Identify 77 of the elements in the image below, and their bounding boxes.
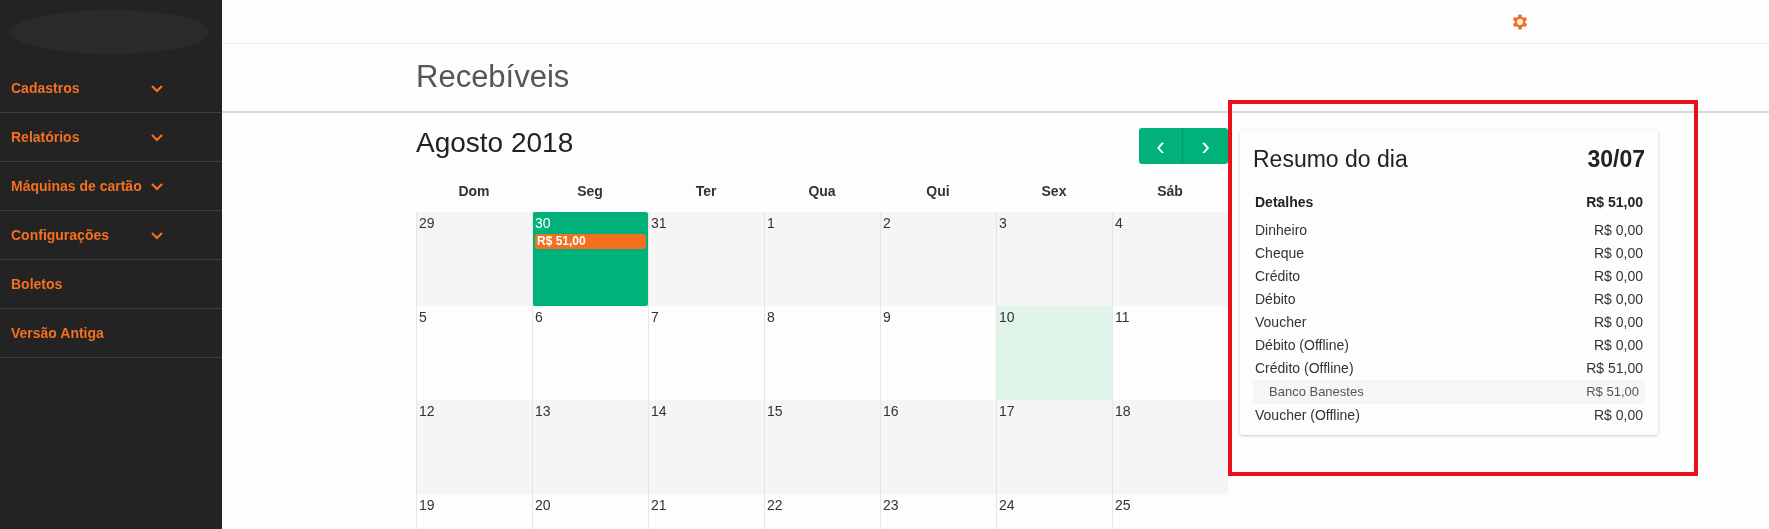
- weekday-header: Qua: [807, 182, 837, 201]
- day-number: 31: [651, 214, 668, 232]
- weekday-header: Qui: [925, 182, 951, 201]
- day-number: 21: [651, 496, 668, 514]
- calendar-day[interactable]: 10: [996, 306, 1112, 400]
- sidebar-item[interactable]: Configurações: [0, 211, 222, 260]
- day-number: 11: [1115, 308, 1131, 326]
- day-number: 23: [883, 496, 900, 514]
- day-number: 3: [999, 214, 1008, 232]
- day-number: 5: [419, 308, 428, 326]
- month-title: Agosto 2018: [416, 126, 574, 160]
- weekday-header: Sáb: [1156, 182, 1184, 201]
- summary-amount: R$ 0,00: [1593, 266, 1643, 286]
- summary-label: Cheque: [1255, 243, 1305, 263]
- summary-label: Crédito: [1255, 266, 1301, 286]
- calendar-day[interactable]: 23: [880, 494, 996, 529]
- chevron-down-icon: [150, 83, 164, 93]
- day-number: 6: [535, 308, 544, 326]
- weekday-header: Ter: [694, 182, 718, 201]
- day-number: 19: [419, 496, 436, 514]
- sidebar-item[interactable]: Relatórios: [0, 113, 222, 162]
- details-total: R$ 51,00: [1586, 193, 1643, 212]
- calendar-day[interactable]: 22: [764, 494, 880, 529]
- summary-subamount: R$ 51,00: [1586, 382, 1639, 401]
- summary-label: Débito (Offline): [1255, 335, 1349, 355]
- weekday-header: Seg: [576, 182, 604, 201]
- summary-amount: R$ 0,00: [1593, 405, 1643, 425]
- page-title: Recebíveis: [416, 58, 570, 97]
- day-number: 7: [651, 308, 660, 326]
- calendar-day[interactable]: 21: [648, 494, 764, 529]
- chevron-down-icon: [150, 181, 164, 191]
- calendar-day[interactable]: 20: [532, 494, 648, 529]
- summary-amount: R$ 0,00: [1593, 243, 1643, 263]
- day-number: 20: [535, 496, 552, 514]
- summary-amount: R$ 0,00: [1593, 289, 1643, 309]
- calendar-day[interactable]: 25: [1112, 494, 1228, 529]
- day-number: 8: [767, 308, 776, 326]
- day-number: 24: [999, 496, 1016, 514]
- day-number: 29: [419, 214, 436, 232]
- sidebar-item[interactable]: Boletos: [0, 260, 222, 309]
- summary-sublabel: Banco Banestes: [1269, 382, 1364, 401]
- day-number: 12: [419, 402, 436, 420]
- chevron-down-icon: [150, 230, 164, 240]
- weekday-header: Sex: [1040, 182, 1068, 201]
- day-number: 16: [883, 402, 900, 420]
- summary-label: Voucher: [1255, 312, 1307, 332]
- summary-label: Dinheiro: [1255, 220, 1308, 240]
- summary-label: Débito: [1255, 289, 1296, 309]
- chevron-down-icon: [150, 132, 164, 142]
- sidebar-item[interactable]: Cadastros: [0, 64, 222, 113]
- weekday-header: Dom: [457, 182, 491, 201]
- day-number: 4: [1115, 214, 1124, 232]
- calendar-day[interactable]: 19: [416, 494, 532, 529]
- summary-title: Resumo do dia: [1253, 145, 1408, 174]
- summary-amount: R$ 0,00: [1593, 335, 1643, 355]
- day-number: 25: [1115, 496, 1132, 514]
- day-number: 2: [883, 214, 892, 232]
- day-number: 13: [535, 402, 552, 420]
- day-number: 22: [767, 496, 784, 514]
- summary-date: 30/07: [1587, 145, 1645, 174]
- summary-label: Voucher (Offline): [1255, 405, 1360, 425]
- day-number: 15: [767, 402, 784, 420]
- sidebar-item[interactable]: Máquinas de cartão: [0, 162, 222, 211]
- day-number: 9: [883, 308, 892, 326]
- summary-amount: R$ 51,00: [1586, 358, 1643, 378]
- details-label: Detalhes: [1255, 193, 1314, 212]
- calendar-day[interactable]: 24: [996, 494, 1112, 529]
- sidebar-item[interactable]: Versão Antiga: [0, 309, 222, 358]
- day-number: 1: [767, 214, 776, 232]
- summary-amount: R$ 0,00: [1593, 312, 1643, 332]
- day-number: 18: [1115, 402, 1132, 420]
- day-number: 14: [651, 402, 668, 420]
- day-number: 10: [999, 308, 1016, 326]
- summary-amount: R$ 0,00: [1593, 220, 1643, 240]
- summary-label: Crédito (Offline): [1255, 358, 1354, 378]
- day-number: 17: [999, 402, 1016, 420]
- day-number: 30: [535, 214, 552, 232]
